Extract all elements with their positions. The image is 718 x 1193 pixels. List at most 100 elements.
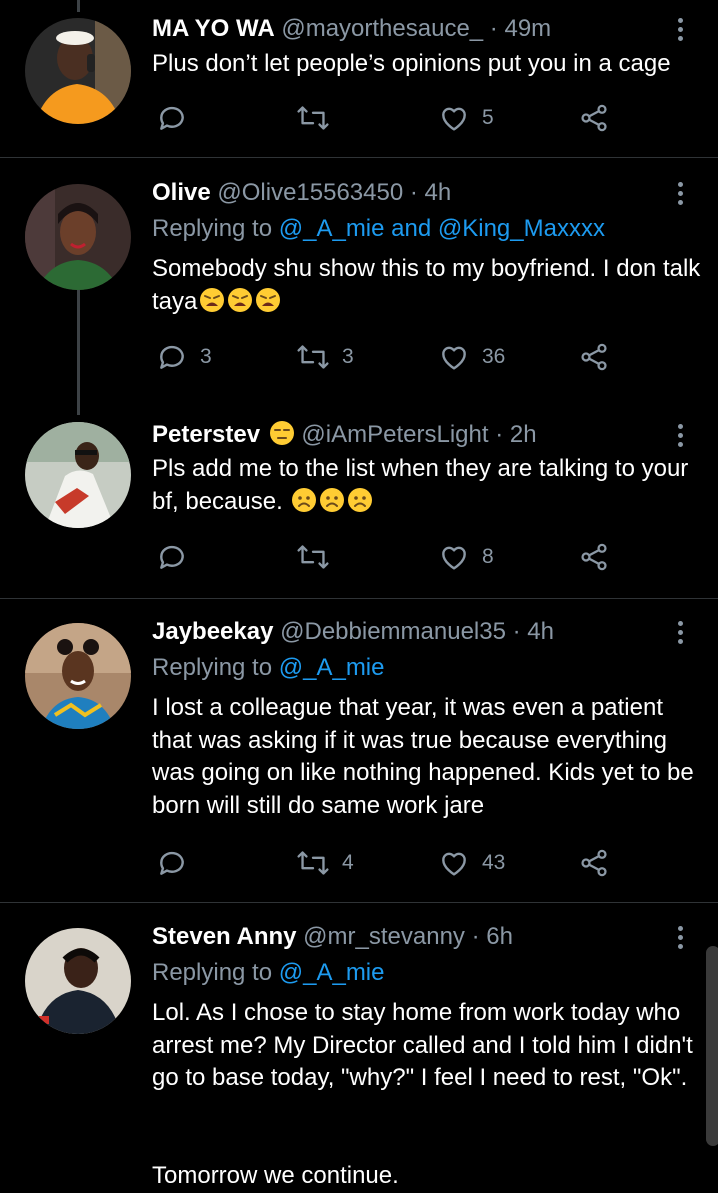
- retweet-count: 4: [342, 851, 354, 874]
- reply-count: 3: [200, 345, 212, 368]
- scrollbar-thumb[interactable]: [706, 946, 718, 1146]
- timestamp[interactable]: · 2h: [489, 421, 536, 448]
- more-icon[interactable]: [668, 615, 692, 649]
- more-icon[interactable]: [668, 920, 692, 954]
- retweet-button[interactable]: 4: [296, 843, 354, 883]
- reply-button[interactable]: [156, 537, 188, 577]
- display-name[interactable]: Jaybeekay: [152, 618, 273, 645]
- retweet-icon: [297, 545, 329, 569]
- reply-icon: [160, 106, 184, 130]
- retweet-count: 3: [342, 345, 354, 368]
- tweet-header: MA YO WA @mayorthesauce_ · 49m: [152, 12, 551, 46]
- replying-to-mentions[interactable]: @_A_mie: [279, 959, 385, 986]
- share-icon: [581, 543, 607, 571]
- share-icon: [581, 343, 607, 371]
- replying-to-mentions[interactable]: @_A_mie: [279, 654, 385, 681]
- tweet-text: I lost a colleague that year, it was eve…: [152, 694, 694, 819]
- timestamp[interactable]: · 4h: [506, 618, 554, 645]
- tweet-stevenanny[interactable]: Steven Anny @mr_stevanny · 6h Replying t…: [0, 920, 718, 1189]
- more-icon[interactable]: [668, 418, 692, 452]
- like-icon: [442, 107, 466, 131]
- like-icon: [442, 346, 466, 370]
- worried-face-icon: [348, 487, 373, 512]
- like-icon: [442, 852, 466, 876]
- replying-to: Replying to @_A_mie: [152, 956, 385, 990]
- share-button[interactable]: [578, 337, 610, 377]
- avatar[interactable]: [25, 422, 131, 528]
- share-button[interactable]: [578, 843, 610, 883]
- avatar[interactable]: [25, 623, 131, 729]
- user-handle[interactable]: @iAmPetersLight: [301, 421, 488, 448]
- retweet-button[interactable]: [296, 98, 330, 138]
- avatar[interactable]: [25, 184, 131, 290]
- tweet-mayorthesauce[interactable]: MA YO WA @mayorthesauce_ · 49m Plus don’…: [0, 12, 718, 157]
- reply-button[interactable]: [156, 843, 188, 883]
- retweet-icon: [297, 851, 329, 875]
- user-handle[interactable]: @mayorthesauce_: [281, 15, 483, 42]
- tweet-header: Peterstev @iAmPetersLight · 2h: [152, 418, 537, 452]
- unamused-face-icon: [269, 421, 294, 445]
- reply-icon: [160, 851, 184, 875]
- retweet-icon: [297, 345, 329, 369]
- like-button[interactable]: 8: [438, 537, 494, 577]
- reply-icon: [160, 545, 184, 569]
- reply-button[interactable]: [156, 98, 188, 138]
- like-count: 43: [482, 851, 506, 874]
- like-button[interactable]: 36: [438, 337, 505, 377]
- tweet-olive[interactable]: Olive @Olive15563450 · 4h Replying to @_…: [0, 176, 718, 396]
- user-handle[interactable]: @mr_stevanny: [303, 923, 465, 950]
- avatar[interactable]: [25, 928, 131, 1034]
- display-name[interactable]: Peterstev: [152, 421, 260, 448]
- retweet-button[interactable]: 3: [296, 337, 354, 377]
- divider: [0, 598, 718, 599]
- more-icon[interactable]: [668, 12, 692, 46]
- tweet-text-continued: Tomorrow we continue.: [152, 1162, 399, 1189]
- tweet-peterstev[interactable]: Peterstev @iAmPetersLight · 2h Pls add m…: [0, 418, 718, 598]
- user-handle[interactable]: @Olive15563450: [217, 179, 403, 206]
- display-name[interactable]: MA YO WA: [152, 15, 275, 42]
- tweet-header: Olive @Olive15563450 · 4h: [152, 176, 451, 210]
- timestamp[interactable]: · 4h: [403, 179, 451, 206]
- like-count: 5: [482, 106, 494, 129]
- tweet-header: Jaybeekay @Debbiemmanuel35 · 4h: [152, 615, 554, 649]
- user-handle[interactable]: @Debbiemmanuel35: [280, 618, 506, 645]
- share-button[interactable]: [578, 98, 610, 138]
- replying-to: Replying to @_A_mie and @King_Maxxxx: [152, 212, 605, 246]
- tweet-jaybeekay[interactable]: Jaybeekay @Debbiemmanuel35 · 4h Replying…: [0, 615, 718, 900]
- reply-button[interactable]: 3: [156, 337, 212, 377]
- tweet-text: Somebody shu show this to my boyfriend. …: [152, 253, 702, 318]
- tweet-actions: 4 43: [152, 843, 632, 883]
- tweet-text: Lol. As I chose to stay home from work t…: [152, 999, 693, 1091]
- reply-icon: [160, 345, 184, 369]
- weary-face-icon: [256, 287, 281, 312]
- more-icon[interactable]: [668, 176, 692, 210]
- like-button[interactable]: 43: [438, 843, 505, 883]
- share-icon: [581, 849, 607, 877]
- like-icon: [442, 546, 466, 570]
- share-icon: [581, 104, 607, 132]
- like-count: 8: [482, 545, 494, 568]
- like-button[interactable]: 5: [438, 98, 494, 138]
- weary-face-icon: [228, 287, 253, 312]
- weary-face-icon: [200, 287, 225, 312]
- divider: [0, 157, 718, 158]
- tweet-header: Steven Anny @mr_stevanny · 6h: [152, 920, 513, 954]
- like-count: 36: [482, 345, 506, 368]
- display-name[interactable]: Steven Anny: [152, 923, 296, 950]
- worried-face-icon: [320, 487, 345, 512]
- tweet-actions: 3 3 36: [152, 337, 632, 377]
- tweet-actions: 5: [152, 98, 632, 138]
- replying-to-mentions[interactable]: @_A_mie and @King_Maxxxx: [279, 215, 605, 242]
- replying-to-label: Replying to: [152, 215, 279, 242]
- tweet-text: Plus don’t let people’s opinions put you…: [152, 50, 671, 77]
- divider: [0, 902, 718, 903]
- worried-face-icon: [292, 487, 317, 512]
- timestamp[interactable]: · 6h: [465, 923, 513, 950]
- tweet-actions: 8: [152, 537, 632, 577]
- tweet-text: Pls add me to the list when they are tal…: [152, 453, 702, 518]
- retweet-button[interactable]: [296, 537, 330, 577]
- display-name[interactable]: Olive: [152, 179, 211, 206]
- avatar[interactable]: [25, 18, 131, 124]
- timestamp[interactable]: · 49m: [483, 15, 551, 42]
- share-button[interactable]: [578, 537, 610, 577]
